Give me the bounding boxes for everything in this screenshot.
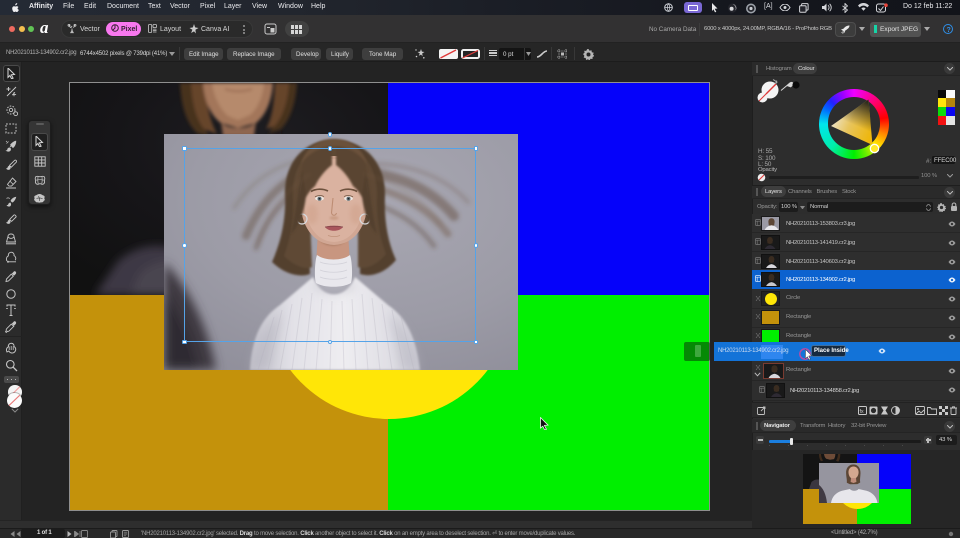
svg-text:fx: fx — [860, 409, 864, 415]
